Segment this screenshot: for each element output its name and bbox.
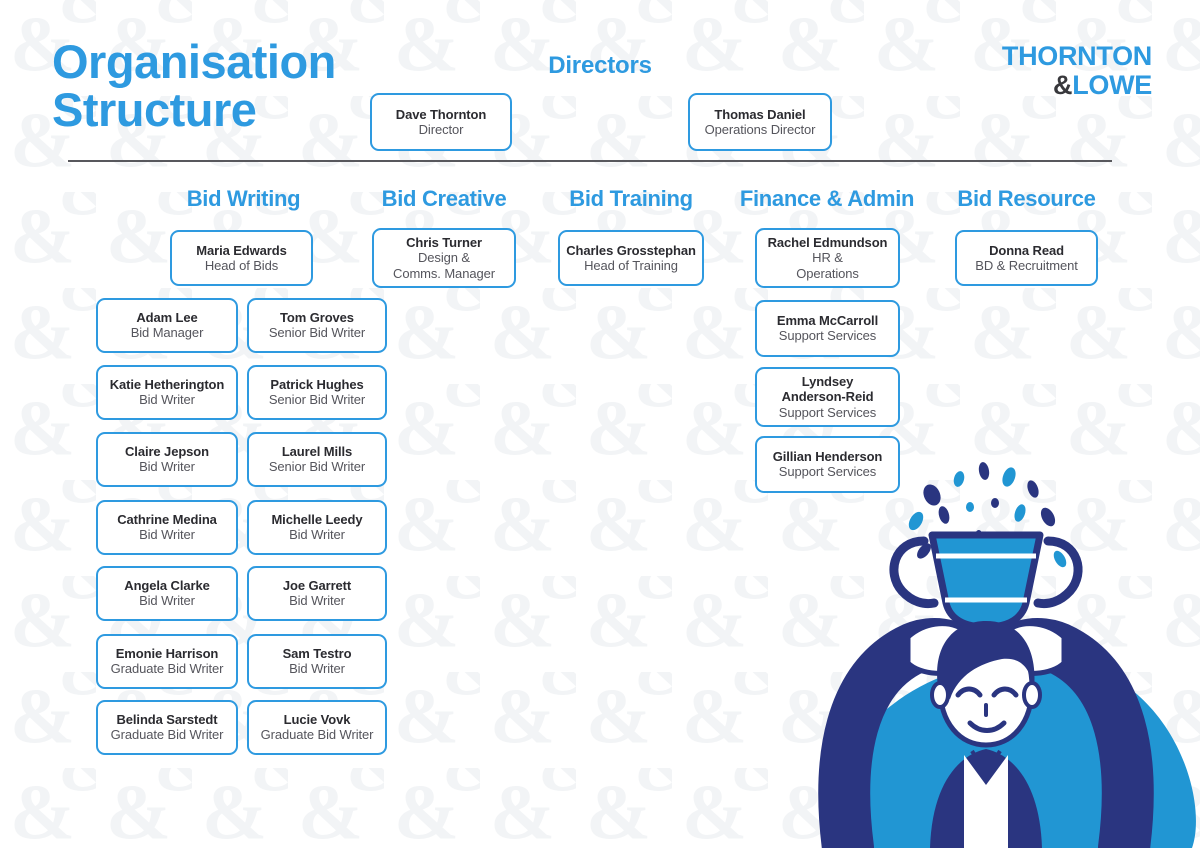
page-title: Organisation Structure [52, 38, 382, 134]
person-role: Bid Writer [289, 593, 345, 609]
person-card-patrick-hughes[interactable]: Patrick Hughes Senior Bid Writer [247, 365, 387, 420]
person-card-donna-read[interactable]: Donna Read BD & Recruitment [955, 230, 1098, 286]
thornton-and-lowe-logo: THORNTON &LOWE [1001, 41, 1152, 100]
person-name: Patrick Hughes [270, 377, 364, 393]
person-role: Director [418, 121, 464, 137]
person-name: Katie Hetherington [109, 377, 225, 393]
person-card-michelle-leedy[interactable]: Michelle Leedy Bid Writer [247, 500, 387, 555]
person-name: Angela Clarke [124, 578, 210, 594]
person-card-chris-turner[interactable]: Chris Turner Design & Comms. Manager [372, 228, 516, 288]
page-title-line-2: Structure [52, 82, 257, 136]
person-card-emonie-harrison[interactable]: Emonie Harrison Graduate Bid Writer [96, 634, 238, 689]
person-card-joe-garrett[interactable]: Joe Garrett Bid Writer [247, 566, 387, 621]
person-name: Adam Lee [136, 310, 198, 326]
person-name: Chris Turner [406, 234, 482, 250]
person-card-charles-grosstephan[interactable]: Charles Grosstephan Head of Training [558, 230, 704, 286]
person-name: Emma McCarroll [776, 313, 879, 329]
person-role: HR & Operations [796, 250, 859, 281]
column-heading-bid-training: Bid Training [569, 186, 693, 211]
header-divider [68, 160, 1112, 162]
person-name: Rachel Edmundson [767, 234, 888, 250]
person-role: Operations Director [704, 121, 816, 137]
column-heading-bid-writing: Bid Writing [186, 186, 301, 211]
person-card-emma-mccarroll[interactable]: Emma McCarroll Support Services [755, 300, 900, 357]
person-name: Gillian Henderson [772, 449, 883, 465]
page-title-line-1: Organisation [52, 35, 336, 88]
person-name: Cathrine Medina [117, 512, 217, 528]
person-role: Support Services [778, 404, 877, 420]
logo-line-thornton: THORNTON [1001, 41, 1152, 71]
person-card-sam-testro[interactable]: Sam Testro Bid Writer [247, 634, 387, 689]
person-role: Graduate Bid Writer [110, 661, 224, 677]
column-heading-bid-creative: Bid Creative [381, 186, 507, 211]
person-card-rachel-edmundson[interactable]: Rachel Edmundson HR & Operations [755, 228, 900, 288]
person-name: Michelle Leedy [271, 512, 363, 528]
person-role: Bid Writer [139, 392, 195, 408]
person-card-claire-jepson[interactable]: Claire Jepson Bid Writer [96, 432, 238, 487]
person-role: Senior Bid Writer [268, 392, 366, 408]
person-name: Claire Jepson [125, 444, 209, 460]
person-card-katie-hetherington[interactable]: Katie Hetherington Bid Writer [96, 365, 238, 420]
column-heading-finance-admin: Finance & Admin [739, 186, 915, 211]
person-name: Dave Thornton [395, 106, 487, 122]
person-name: Joe Garrett [282, 578, 352, 594]
director-card-thomas-daniel[interactable]: Thomas Daniel Operations Director [688, 93, 832, 151]
person-name: Belinda Sarstedt [116, 712, 218, 728]
person-name: Lucie Vovk [283, 712, 351, 728]
person-role: Bid Manager [130, 325, 204, 341]
person-role: Senior Bid Writer [268, 459, 366, 475]
person-role: Bid Writer [289, 661, 345, 677]
logo-ampersand: & [1053, 70, 1073, 101]
person-name: Emonie Harrison [115, 646, 219, 662]
person-card-adam-lee[interactable]: Adam Lee Bid Manager [96, 298, 238, 353]
person-role: Head of Training [584, 257, 678, 273]
person-card-lucie-vovk[interactable]: Lucie Vovk Graduate Bid Writer [247, 700, 387, 755]
person-role: Graduate Bid Writer [110, 727, 224, 743]
person-role: Graduate Bid Writer [260, 727, 374, 743]
person-name: Sam Testro [282, 646, 352, 662]
person-card-maria-edwards[interactable]: Maria Edwards Head of Bids [170, 230, 313, 286]
person-name: Donna Read [989, 242, 1064, 258]
director-card-dave-thornton[interactable]: Dave Thornton Director [370, 93, 512, 151]
person-name: Maria Edwards [196, 242, 287, 258]
person-name: Laurel Mills [281, 444, 353, 460]
column-heading-bid-resource: Bid Resource [957, 186, 1096, 211]
person-role: Senior Bid Writer [268, 325, 366, 341]
person-role: Design & Comms. Manager [393, 250, 495, 281]
person-role: Bid Writer [139, 459, 195, 475]
logo-line-lowe: &LOWE [1002, 71, 1152, 100]
person-card-cathrine-medina[interactable]: Cathrine Medina Bid Writer [96, 500, 238, 555]
person-role: Bid Writer [139, 593, 195, 609]
person-role: Bid Writer [139, 527, 195, 543]
person-card-tom-groves[interactable]: Tom Groves Senior Bid Writer [247, 298, 387, 353]
person-name: Lyndsey Anderson-Reid [781, 373, 874, 405]
person-card-belinda-sarstedt[interactable]: Belinda Sarstedt Graduate Bid Writer [96, 700, 238, 755]
person-name: Charles Grosstephan [566, 242, 696, 258]
person-role: Support Services [778, 464, 877, 480]
person-role: Bid Writer [289, 527, 345, 543]
person-card-angela-clarke[interactable]: Angela Clarke Bid Writer [96, 566, 238, 621]
person-name: Thomas Daniel [714, 106, 806, 122]
directors-section-heading: Directors [548, 52, 652, 79]
person-card-laurel-mills[interactable]: Laurel Mills Senior Bid Writer [247, 432, 387, 487]
person-card-lyndsey-anderson-reid[interactable]: Lyndsey Anderson-Reid Support Services [755, 367, 900, 427]
person-role: Head of Bids [204, 257, 279, 273]
person-name: Tom Groves [280, 310, 354, 326]
logo-lowe-text: LOWE [1072, 70, 1152, 101]
person-role: Support Services [778, 328, 877, 344]
person-card-gillian-henderson[interactable]: Gillian Henderson Support Services [755, 436, 900, 493]
person-role: BD & Recruitment [975, 257, 1078, 273]
